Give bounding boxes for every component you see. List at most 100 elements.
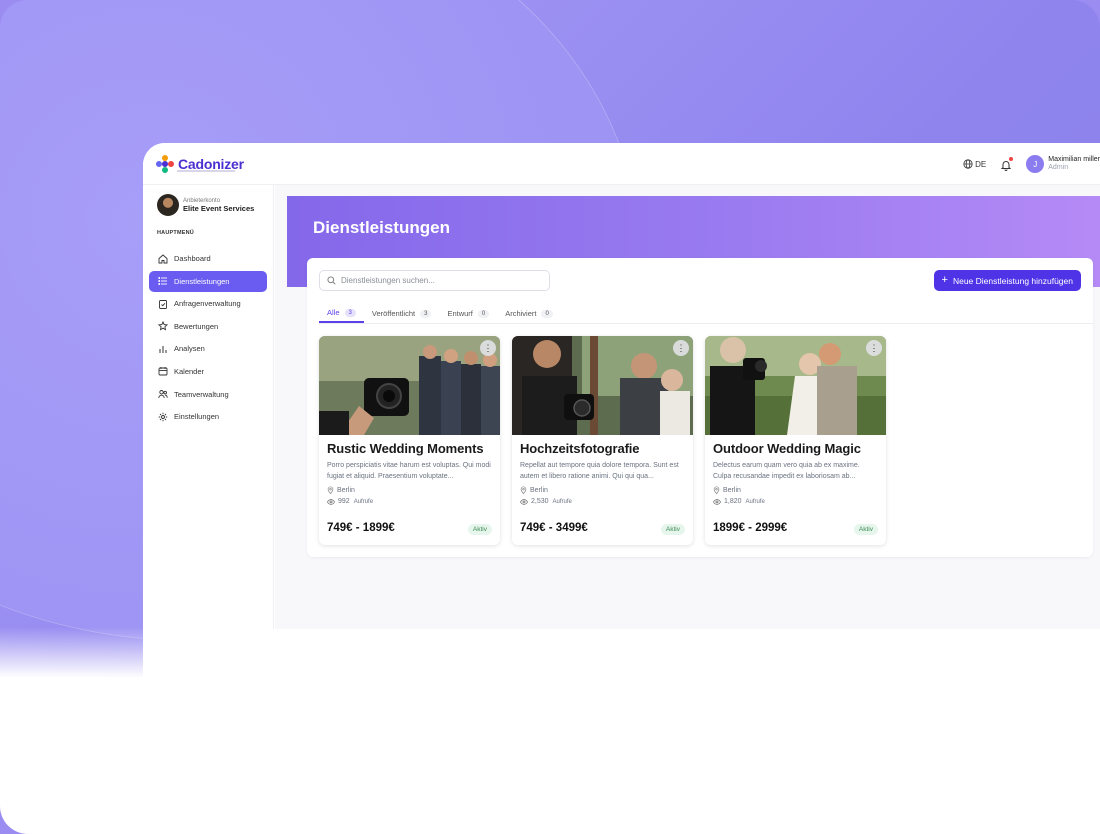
- logo-tagline-line: [177, 170, 235, 172]
- sidebar: Anbieterkonto Elite Event Services HAUPT…: [143, 185, 274, 629]
- eye-icon: [327, 498, 335, 505]
- service-card[interactable]: ⋮ Outdoor Wedding Magic Delectus earum q…: [705, 336, 886, 545]
- more-options-icon[interactable]: ⋮: [866, 340, 882, 356]
- clipboard-icon: [159, 299, 167, 309]
- views-count: 992: [338, 498, 350, 505]
- sidebar-item-label: Dashboard: [174, 254, 211, 263]
- calendar-icon: [158, 367, 168, 376]
- lower-blank-area: [143, 629, 1100, 834]
- search-icon: [327, 276, 336, 285]
- sidebar-item-label: Teamverwaltung: [174, 389, 229, 399]
- more-options-icon[interactable]: ⋮: [480, 340, 496, 356]
- search-placeholder: Dienstleistungen suchen...: [341, 276, 435, 285]
- service-location: Berlin: [327, 486, 492, 494]
- service-price: 749€ - 1899€: [327, 522, 395, 534]
- tab-entwurf[interactable]: Entwurf 0: [439, 304, 497, 323]
- star-icon: [158, 321, 168, 331]
- service-views: 992 Aufrufe: [327, 498, 492, 505]
- avatar: J: [1026, 155, 1045, 173]
- sidebar-item-label: Kalender: [174, 366, 205, 376]
- account-avatar: [157, 194, 179, 216]
- views-label: Aufrufe: [552, 498, 572, 505]
- add-service-button[interactable]: + Neue Dienstleistung hinzufügen: [933, 270, 1081, 291]
- service-price: 1899€ - 2999€: [713, 522, 788, 534]
- service-location: Berlin: [520, 486, 685, 494]
- service-cards: ⋮ Rustic Wedding Moments Porro perspicia…: [319, 336, 898, 545]
- sidebar-item-label: Dienstleistungen: [174, 276, 230, 286]
- service-location: Berlin: [713, 486, 878, 494]
- status-badge: Aktiv: [467, 524, 492, 535]
- user-menu[interactable]: J Maximilian miller Admin: [1026, 155, 1100, 173]
- service-description: Delectus earum quam vero quia ab ex maxi…: [713, 462, 860, 480]
- tab-label: Alle: [327, 308, 340, 317]
- sidebar-item-dashboard[interactable]: Dashboard: [149, 248, 267, 269]
- service-price: 749€ - 3499€: [520, 522, 588, 534]
- user-role: Admin: [1048, 164, 1069, 171]
- service-card[interactable]: ⋮ Hochzeitsfotografie Repellat aut tempo…: [512, 336, 693, 545]
- account-name: Elite Event Services: [183, 203, 255, 213]
- notification-dot: [1009, 157, 1014, 161]
- service-views: 2,530 Aufrufe: [520, 498, 685, 505]
- sidebar-item-label: Bewertungen: [174, 321, 219, 331]
- top-bar: Cadonizer DE J Maximilian miller Admin: [143, 143, 1100, 185]
- service-card[interactable]: ⋮ Rustic Wedding Moments Porro perspicia…: [319, 336, 500, 545]
- views-count: 1,820: [724, 498, 742, 505]
- bar-chart-icon: [159, 345, 167, 353]
- plus-icon: +: [941, 274, 948, 286]
- tab-count: 3: [344, 308, 356, 317]
- status-tabs: Alle 3 Veröffentlicht 3 Entwurf 0 Archiv…: [319, 304, 1093, 324]
- app-window: Cadonizer DE J Maximilian miller Admin A…: [143, 143, 1100, 834]
- sidebar-item-einstellungen[interactable]: Einstellungen: [149, 406, 267, 427]
- service-title: Outdoor Wedding Magic: [713, 441, 861, 456]
- location-text: Berlin: [723, 486, 741, 494]
- main-content: Dienstleistungen Dienstleistungen suchen…: [275, 185, 1100, 629]
- location-text: Berlin: [530, 486, 548, 494]
- tab-label: Entwurf: [447, 309, 473, 318]
- service-description: Porro perspiciatis vitae harum est volup…: [327, 462, 491, 480]
- services-panel: Dienstleistungen suchen... + Neue Dienst…: [307, 258, 1093, 557]
- tab-count: 0: [541, 309, 553, 318]
- sidebar-item-bewertungen[interactable]: Bewertungen: [149, 316, 267, 337]
- sidebar-section-title: HAUPTMENÜ: [157, 230, 194, 236]
- list-icon: [158, 277, 167, 286]
- add-service-label: Neue Dienstleistung hinzufügen: [952, 275, 1073, 286]
- tab-veroeffentlicht[interactable]: Veröffentlicht 3: [364, 304, 440, 323]
- views-count: 2,530: [531, 498, 549, 505]
- sidebar-item-anfragenverwaltung[interactable]: Anfragenverwaltung: [149, 293, 267, 314]
- tab-alle[interactable]: Alle 3: [319, 304, 364, 323]
- language-switcher[interactable]: DE: [963, 159, 986, 169]
- page-title: Dienstleistungen: [313, 218, 450, 237]
- tab-count: 0: [477, 309, 490, 318]
- tab-label: Archiviert: [505, 309, 537, 318]
- service-title: Rustic Wedding Moments: [327, 441, 484, 456]
- views-label: Aufrufe: [745, 498, 765, 505]
- sidebar-item-label: Analysen: [174, 344, 205, 354]
- notifications-button[interactable]: [1000, 157, 1014, 171]
- account-switcher[interactable]: Anbieterkonto Elite Event Services: [157, 194, 273, 216]
- sidebar-item-kalender[interactable]: Kalender: [149, 361, 267, 382]
- globe-icon: [963, 159, 973, 169]
- service-photo: ⋮: [319, 336, 500, 435]
- service-title: Hochzeitsfotografie: [520, 441, 640, 456]
- sidebar-item-analysen[interactable]: Analysen: [149, 338, 267, 359]
- location-pin-icon: [327, 486, 334, 494]
- more-options-icon[interactable]: ⋮: [673, 340, 689, 356]
- search-input[interactable]: Dienstleistungen suchen...: [319, 270, 550, 291]
- status-badge: Aktiv: [660, 524, 685, 535]
- location-pin-icon: [520, 486, 527, 494]
- status-badge: Aktiv: [853, 524, 878, 535]
- location-pin-icon: [713, 486, 720, 494]
- gear-icon: [158, 412, 168, 421]
- sidebar-item-dienstleistungen[interactable]: Dienstleistungen: [149, 270, 267, 292]
- eye-icon: [713, 498, 721, 505]
- views-label: Aufrufe: [353, 498, 374, 505]
- location-text: Berlin: [337, 486, 355, 494]
- tab-count: 3: [420, 309, 432, 318]
- service-description: Repellat aut tempore quia dolore tempora…: [520, 462, 679, 480]
- sidebar-item-teamverwaltung[interactable]: Teamverwaltung: [149, 384, 267, 405]
- language-label: DE: [975, 159, 987, 169]
- sidebar-item-label: Einstellungen: [174, 412, 220, 422]
- tab-archiviert[interactable]: Archiviert 0: [497, 304, 561, 323]
- tab-label: Veröffentlicht: [371, 309, 416, 318]
- service-views: 1,820 Aufrufe: [713, 498, 878, 505]
